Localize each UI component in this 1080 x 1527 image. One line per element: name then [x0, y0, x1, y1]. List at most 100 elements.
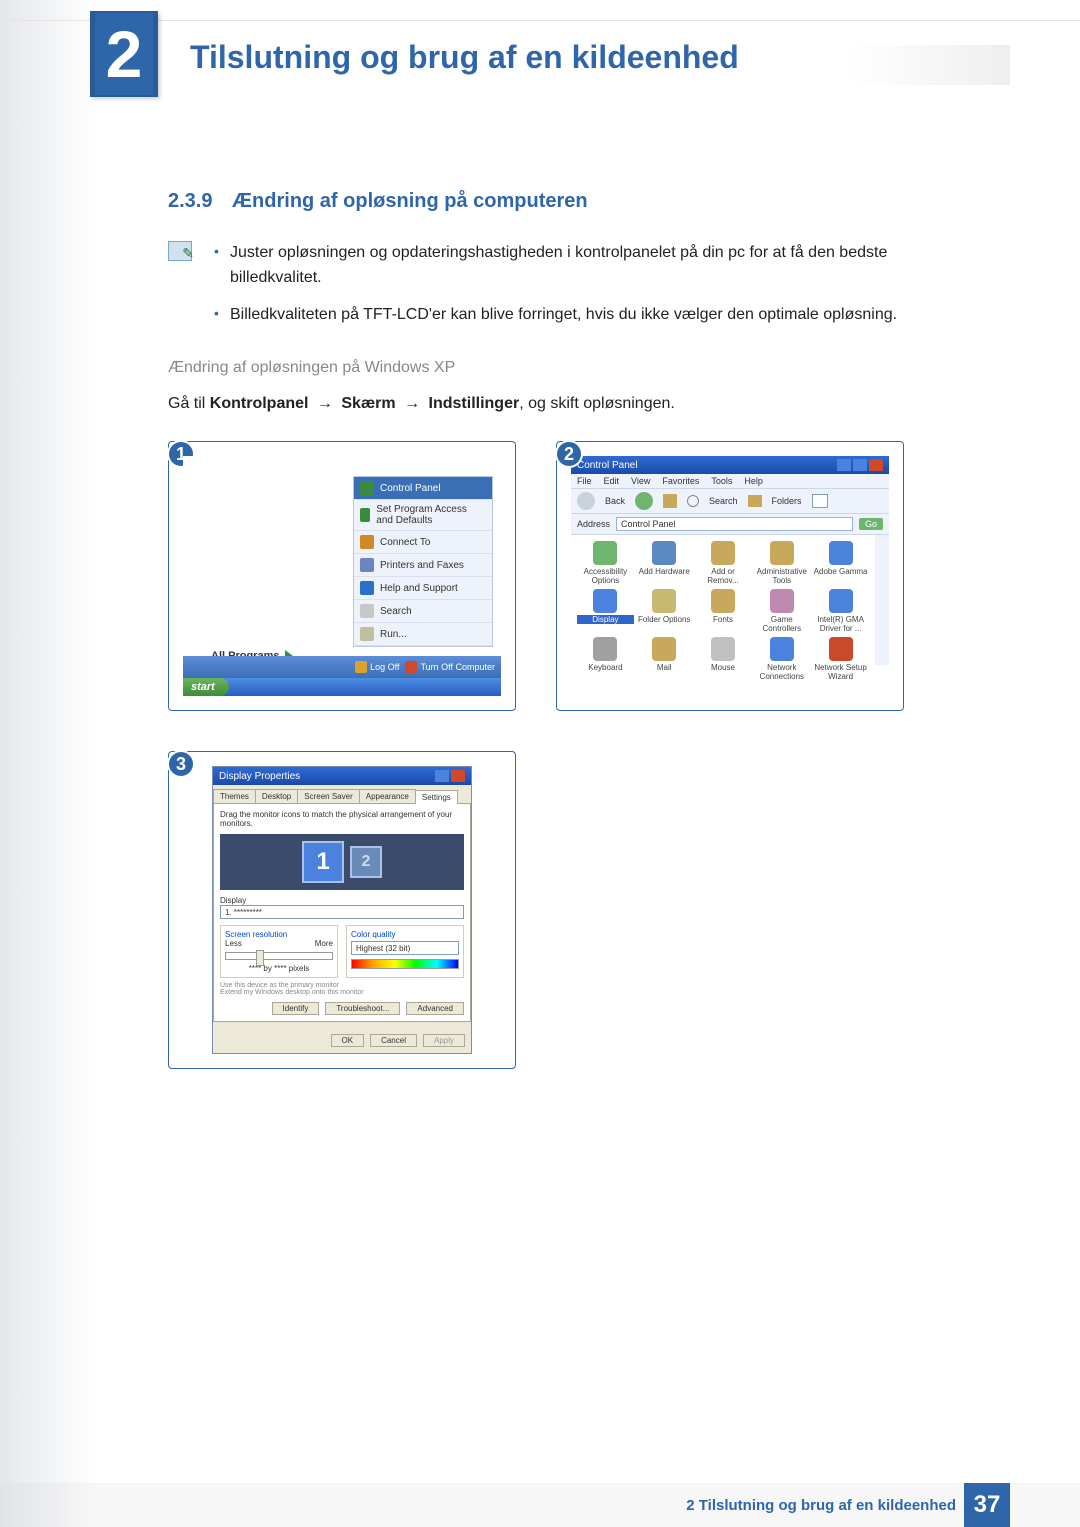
cp-item[interactable]: Fonts — [695, 589, 752, 633]
startmenu-item[interactable]: Run... — [354, 623, 492, 646]
path-step: Indstillinger — [429, 395, 520, 412]
menu-item[interactable]: Tools — [711, 476, 732, 486]
cp-item[interactable]: Folder Options — [636, 589, 693, 633]
startmenu-item[interactable]: Control Panel — [354, 477, 492, 500]
startmenu-item[interactable]: Connect To — [354, 531, 492, 554]
note-bullet: Billedkvaliteten på TFT-LCD'er kan blive… — [208, 303, 980, 328]
monitor-arrangement[interactable]: 1 2 — [220, 834, 464, 890]
turnoff-button[interactable]: Turn Off Computer — [405, 661, 495, 673]
window-buttons — [435, 770, 465, 782]
start-button[interactable]: start — [183, 678, 229, 696]
cp-item-label: Mail — [636, 663, 693, 672]
cp-item[interactable]: Intel(R) GMA Driver for ... — [812, 589, 869, 633]
screenshot-2-frame: 2 Control Panel FileEditViewFavoritesToo… — [556, 441, 904, 711]
menu-item[interactable]: Edit — [604, 476, 620, 486]
cp-item[interactable]: Add or Remov... — [695, 541, 752, 585]
cp-item-icon — [770, 541, 794, 565]
tab[interactable]: Appearance — [359, 789, 416, 803]
section-heading: 2.3.9 Ændring af opløsning på computeren — [168, 190, 980, 213]
startmenu-item-label: Printers and Faxes — [380, 560, 464, 571]
menu-item[interactable]: View — [631, 476, 650, 486]
menu-item[interactable]: Help — [744, 476, 763, 486]
troubleshoot-button[interactable]: Troubleshoot... — [325, 1002, 400, 1015]
cancel-button[interactable]: Cancel — [370, 1034, 417, 1047]
startmenu-item-icon — [360, 481, 374, 495]
resolution-slider[interactable] — [225, 952, 333, 960]
address-field[interactable]: Control Panel — [616, 517, 853, 531]
color-quality-select[interactable]: Highest (32 bit) — [351, 941, 459, 955]
tab[interactable]: Desktop — [255, 789, 298, 803]
maximize-icon[interactable] — [853, 459, 867, 471]
cp-item[interactable]: Display — [577, 589, 634, 633]
menu-bar: File Edit View Favorites Tools Help — [571, 474, 889, 489]
apply-button[interactable]: Apply — [423, 1034, 465, 1047]
cp-item[interactable]: Mail — [636, 637, 693, 681]
note-bullet: Juster opløsningen og opdateringshastigh… — [208, 241, 980, 291]
startmenu-item[interactable]: Set Program Access and Defaults — [354, 500, 492, 531]
cp-item[interactable]: Accessibility Options — [577, 541, 634, 585]
tab[interactable]: Screen Saver — [297, 789, 359, 803]
logoff-icon — [355, 661, 367, 673]
close-icon[interactable] — [869, 459, 883, 471]
startmenu-bottombar: Log Off Turn Off Computer — [183, 656, 501, 678]
window-titlebar: Display Properties — [213, 767, 471, 785]
cp-item-icon — [652, 637, 676, 661]
display-select[interactable]: 1. ********* — [220, 905, 464, 919]
chk-primary: Use this device as the primary monitor — [220, 982, 464, 989]
ok-button[interactable]: OK — [331, 1034, 365, 1047]
monitor-2[interactable]: 2 — [350, 846, 382, 878]
identify-button[interactable]: Identify — [272, 1002, 320, 1015]
cp-item[interactable]: Mouse — [695, 637, 752, 681]
cp-item[interactable]: Keyboard — [577, 637, 634, 681]
tab[interactable]: Settings — [415, 790, 458, 804]
window-titlebar: Control Panel — [571, 456, 889, 474]
menu-item[interactable]: Favorites — [662, 476, 699, 486]
go-button[interactable]: Go — [859, 518, 883, 530]
forward-icon[interactable] — [635, 492, 653, 510]
back-label: Back — [605, 496, 625, 506]
cp-item[interactable]: Administrative Tools — [753, 541, 810, 585]
power-icon — [405, 661, 417, 673]
advanced-button[interactable]: Advanced — [406, 1002, 464, 1015]
cp-item[interactable]: Network Connections — [753, 637, 810, 681]
folders-icon[interactable] — [748, 495, 762, 507]
chapter-number-box: 2 — [90, 11, 158, 97]
cp-item-icon — [711, 589, 735, 613]
minimize-icon[interactable] — [837, 459, 851, 471]
path-prefix: Gå til — [168, 395, 210, 412]
startmenu-item-icon — [360, 558, 374, 572]
address-label: Address — [577, 519, 610, 529]
footer-text: 2 Tilslutning og brug af en kildeenhed — [686, 1497, 956, 1514]
display-properties-window: Display Properties ThemesDesktopScreen S… — [212, 766, 472, 1054]
monitor-1[interactable]: 1 — [302, 841, 344, 883]
turnoff-label: Turn Off Computer — [420, 662, 495, 672]
back-icon[interactable] — [577, 492, 595, 510]
help-icon[interactable] — [435, 770, 449, 782]
startmenu-item-icon — [360, 604, 374, 618]
cp-item[interactable]: Adobe Gamma — [812, 541, 869, 585]
startmenu-item-icon — [360, 627, 374, 641]
instruction-text: Drag the monitor icons to match the phys… — [220, 810, 464, 828]
startmenu-item[interactable]: Printers and Faxes — [354, 554, 492, 577]
screenshots-row: 1 Control PanelSet Program Access and De… — [168, 441, 980, 711]
cp-item-label: Accessibility Options — [577, 567, 634, 585]
startmenu-item-icon — [360, 581, 374, 595]
close-icon[interactable] — [451, 770, 465, 782]
display-label: Display — [220, 896, 464, 905]
startmenu-item[interactable]: Help and Support — [354, 577, 492, 600]
logoff-button[interactable]: Log Off — [355, 661, 399, 673]
startmenu-right-panel: Control PanelSet Program Access and Defa… — [353, 476, 493, 647]
cp-item-label: Fonts — [695, 615, 752, 624]
menu-item[interactable]: File — [577, 476, 592, 486]
cp-item[interactable]: Add Hardware — [636, 541, 693, 585]
startmenu-item[interactable]: Search — [354, 600, 492, 623]
cp-item-label: Display — [577, 615, 634, 624]
cp-item-label: Keyboard — [577, 663, 634, 672]
control-panel-body: Accessibility OptionsAdd HardwareAdd or … — [571, 535, 889, 665]
views-icon[interactable] — [812, 494, 828, 508]
search-icon[interactable] — [687, 495, 699, 507]
cp-item[interactable]: Game Controllers — [753, 589, 810, 633]
up-icon[interactable] — [663, 494, 677, 508]
cp-item[interactable]: Network Setup Wizard — [812, 637, 869, 681]
tab[interactable]: Themes — [213, 789, 256, 803]
